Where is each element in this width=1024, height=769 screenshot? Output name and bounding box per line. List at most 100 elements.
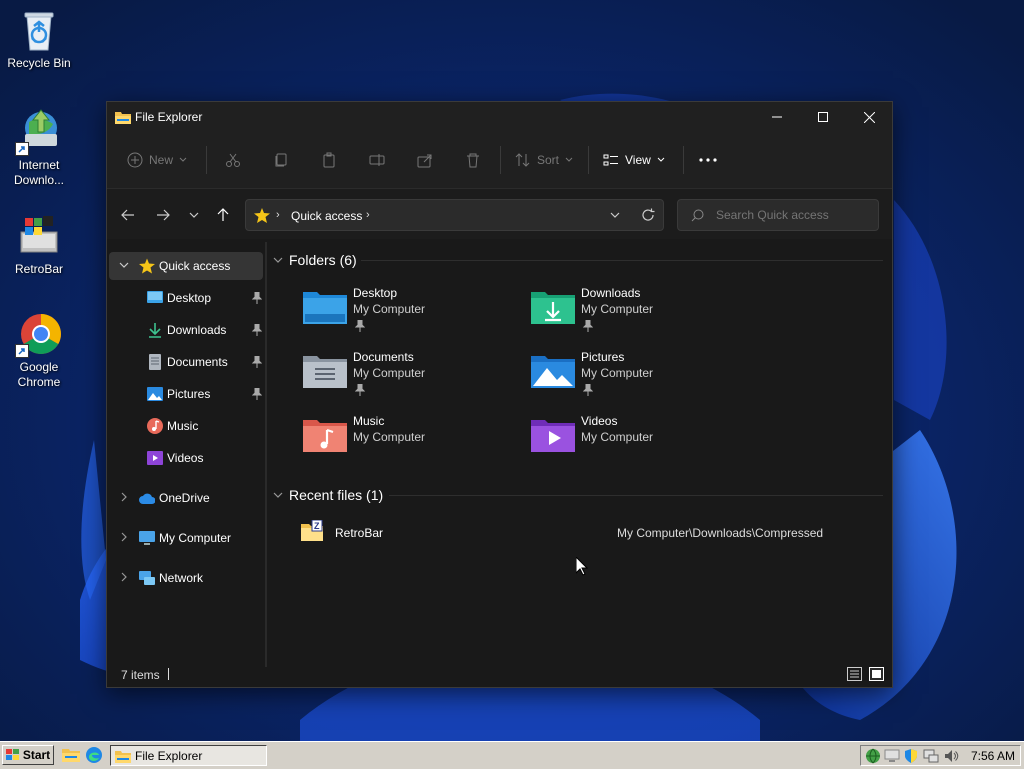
desktop-icon-recycle-bin[interactable]: Recycle Bin [1, 6, 77, 71]
details-view-icon[interactable] [847, 667, 862, 681]
search-input[interactable] [714, 207, 868, 223]
folders-section-header[interactable]: Folders (6) [273, 252, 357, 268]
breadcrumb-chevron-icon[interactable]: › [366, 209, 370, 221]
internet-download-manager-icon [15, 108, 63, 156]
refresh-icon[interactable] [641, 208, 655, 222]
taskbar-button-file-explorer[interactable]: File Explorer [110, 745, 267, 766]
new-button[interactable]: New [127, 146, 187, 174]
more-options-button[interactable] [699, 146, 717, 174]
title-bar[interactable]: File Explorer [107, 102, 892, 132]
network-status-icon[interactable] [923, 748, 939, 764]
sidebar-item-music[interactable]: Music [109, 412, 263, 440]
music-icon [147, 418, 163, 434]
sort-button[interactable]: Sort [515, 146, 573, 174]
sidebar-item-desktop[interactable]: Desktop [109, 284, 263, 312]
folder-tile-videos[interactable]: Videos My Computer [531, 414, 751, 472]
sidebar-item-documents[interactable]: Documents [109, 348, 263, 376]
item-count: 7 items [121, 668, 160, 682]
cut-button[interactable] [225, 146, 241, 174]
chevron-right-icon[interactable] [119, 492, 129, 502]
desktop-icon-retrobar[interactable]: RetroBar [1, 212, 77, 277]
display-icon[interactable] [884, 748, 900, 764]
maximize-button[interactable] [800, 102, 846, 132]
folder-tile-desktop[interactable]: Desktop My Computer [303, 286, 523, 344]
chevron-down-icon[interactable] [119, 260, 129, 270]
arrow-up-icon [217, 208, 229, 221]
recent-files-section-header[interactable]: Recent files (1) [273, 487, 383, 503]
up-button[interactable] [212, 205, 234, 225]
network-globe-icon[interactable] [865, 748, 881, 764]
folder-tile-documents[interactable]: Documents My Computer [303, 350, 523, 408]
sidebar-item-label: Quick access [159, 259, 231, 273]
folder-tile-downloads[interactable]: Downloads My Computer [531, 286, 751, 344]
pictures-folder-icon [531, 356, 575, 388]
search-box[interactable] [677, 199, 879, 231]
pin-icon [252, 292, 262, 304]
clock[interactable]: 7:56 AM [971, 749, 1015, 763]
navigation-bar: › Quick access › [107, 189, 892, 239]
file-explorer-window[interactable]: File Explorer New Sort View › Quick acce… [106, 101, 893, 688]
computer-icon [139, 531, 155, 545]
taskbar: Start File Explorer 7:56 AM [0, 741, 1024, 769]
pane-splitter[interactable] [265, 242, 267, 667]
volume-icon[interactable] [943, 748, 959, 764]
documents-icon [149, 354, 161, 370]
address-bar[interactable]: › Quick access › [245, 199, 664, 231]
folder-tile-pictures[interactable]: Pictures My Computer [531, 350, 751, 408]
address-dropdown-chevron-icon[interactable] [610, 212, 620, 218]
folder-location: My Computer [353, 302, 426, 316]
music-folder-icon [303, 420, 347, 452]
recent-file-name: RetroBar [335, 526, 384, 540]
large-icons-view-icon[interactable] [869, 667, 884, 681]
folder-tile-music[interactable]: Music My Computer [303, 414, 523, 472]
sidebar-item-quick-access[interactable]: Quick access [109, 252, 263, 280]
folders-section-title: Folders (6) [289, 252, 357, 268]
clipboard-icon [323, 152, 335, 168]
recent-locations-button[interactable] [183, 205, 205, 225]
arrow-right-icon [157, 209, 170, 221]
edge-quicklaunch-icon[interactable] [85, 746, 103, 764]
file-explorer-quicklaunch-icon[interactable] [62, 746, 80, 764]
scissors-icon [226, 153, 240, 167]
sidebar-item-videos[interactable]: Videos [109, 444, 263, 472]
status-bar: 7 items [107, 662, 892, 687]
section-divider [389, 495, 883, 496]
command-separator [206, 146, 207, 174]
system-tray: 7:56 AM [860, 745, 1021, 766]
start-button[interactable]: Start [2, 745, 54, 765]
pin-icon [355, 320, 365, 332]
pin-icon [583, 384, 593, 396]
breadcrumb-quick-access[interactable]: Quick access [291, 209, 362, 223]
sidebar-item-downloads[interactable]: Downloads [109, 316, 263, 344]
star-icon [254, 208, 270, 223]
command-separator [500, 146, 501, 174]
delete-button[interactable] [465, 146, 481, 174]
sidebar-item-network[interactable]: Network [109, 564, 263, 592]
paste-button[interactable] [321, 146, 337, 174]
view-button[interactable]: View [603, 146, 665, 174]
share-button[interactable] [417, 146, 433, 174]
section-divider [361, 260, 883, 261]
chevron-right-icon[interactable] [119, 532, 129, 542]
recent-file-row[interactable]: Z RetroBar My Computer\Downloads\Compres… [299, 520, 879, 546]
back-button[interactable] [117, 205, 139, 225]
copy-button[interactable] [273, 146, 289, 174]
rename-button[interactable] [369, 146, 385, 174]
view-list-icon [603, 154, 618, 166]
chevron-right-icon[interactable] [119, 572, 129, 582]
recycle-bin-icon [15, 6, 63, 54]
plus-circle-icon [127, 152, 143, 168]
recent-files-section-title: Recent files (1) [289, 487, 384, 503]
desktop-icon-google-chrome[interactable]: Google Chrome [1, 310, 77, 390]
documents-folder-icon [303, 356, 347, 388]
pictures-icon [147, 387, 163, 401]
sidebar-item-onedrive[interactable]: OneDrive [109, 484, 263, 512]
minimize-button[interactable] [754, 102, 800, 132]
close-button[interactable] [846, 102, 892, 132]
forward-button[interactable] [152, 205, 174, 225]
security-shield-icon[interactable] [903, 748, 919, 764]
desktop-icon-internet-download-manager[interactable]: Internet Downlo... [1, 108, 77, 188]
sidebar-item-my-computer[interactable]: My Computer [109, 524, 263, 552]
sidebar-item-pictures[interactable]: Pictures [109, 380, 263, 408]
sidebar-item-label: Documents [167, 355, 228, 369]
